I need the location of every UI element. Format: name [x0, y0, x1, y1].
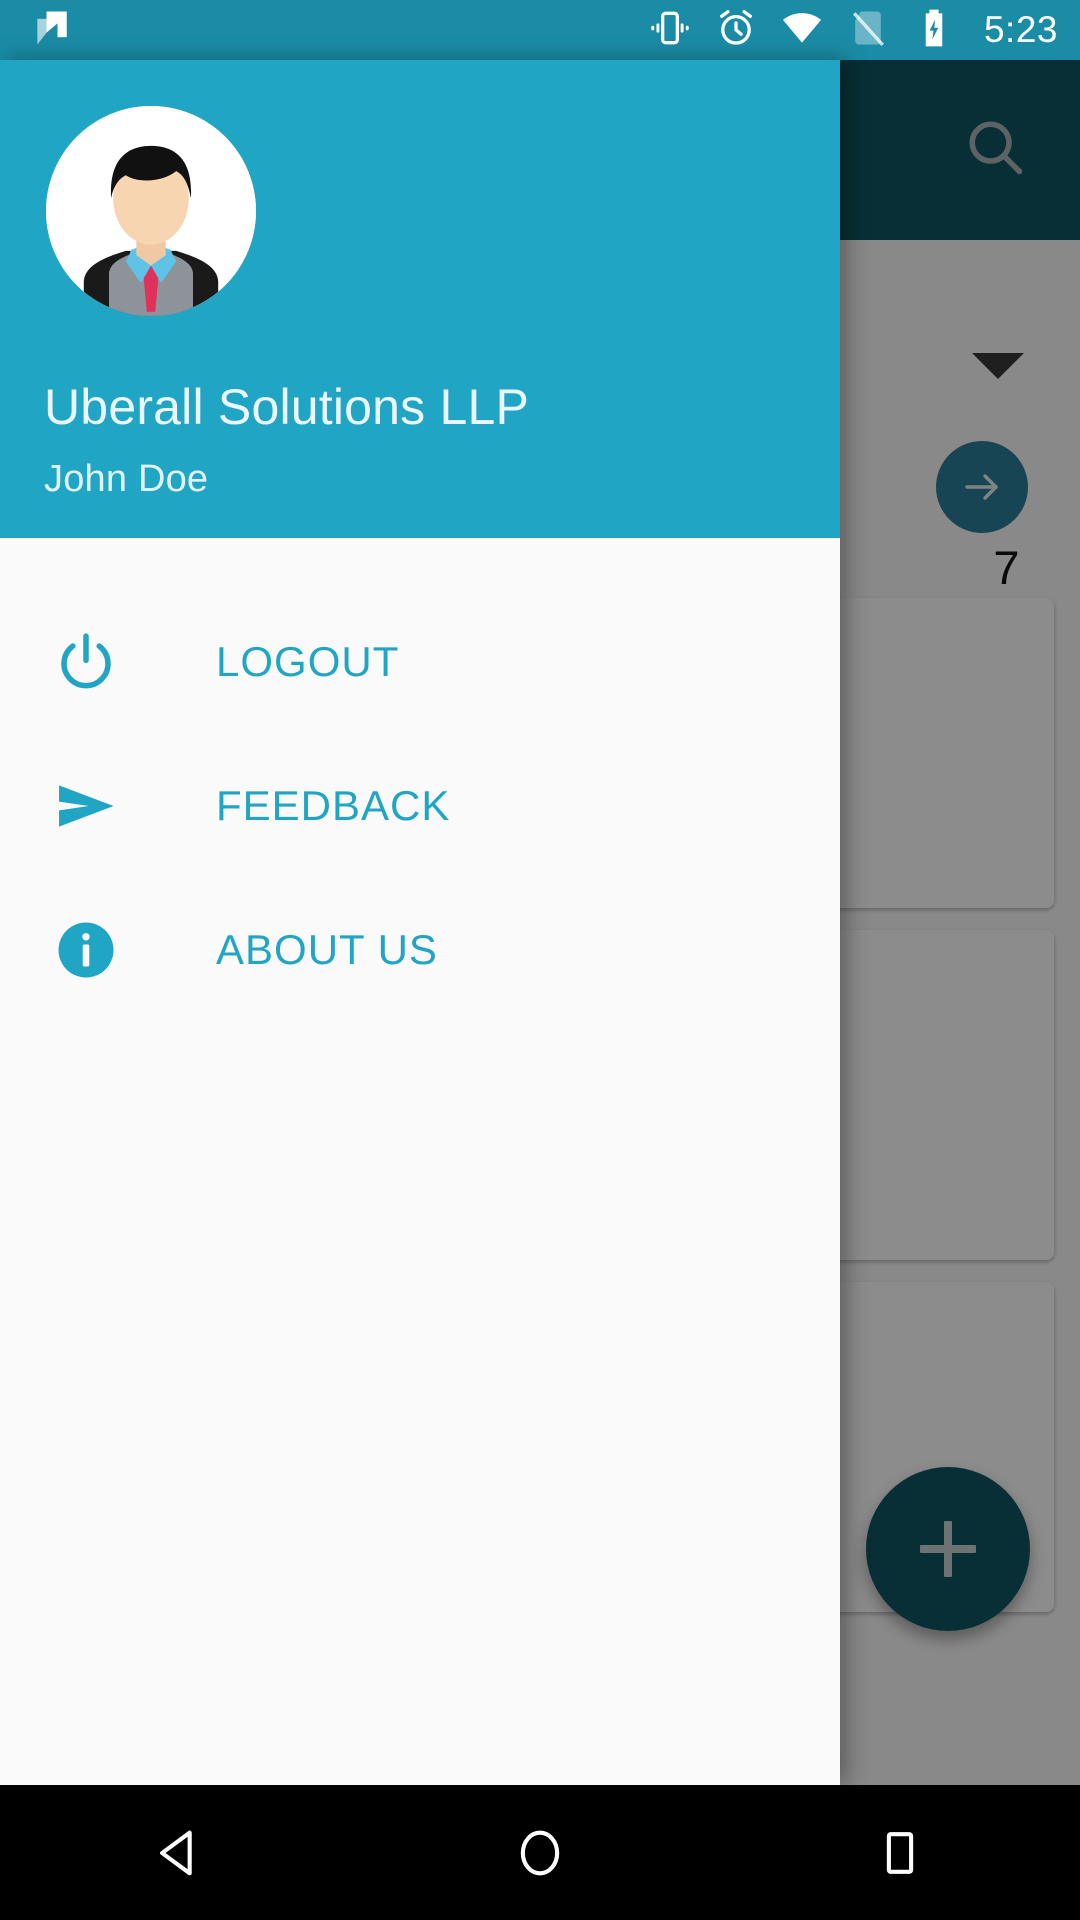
- drawer-item-logout[interactable]: LOGOUT: [0, 590, 840, 734]
- drawer-item-label: LOGOUT: [216, 638, 400, 685]
- drawer-menu-list: LOGOUT FEEDBACK ABOUT US: [0, 538, 840, 1022]
- status-bar-left: [30, 6, 74, 55]
- send-icon: [48, 768, 124, 844]
- status-bar-clock: 5:23: [983, 9, 1058, 50]
- sim-card-off-icon: [846, 6, 890, 55]
- drawer-item-about-us[interactable]: ABOUT US: [0, 878, 840, 1022]
- drawer-account-name: Uberall Solutions LLP: [44, 379, 530, 435]
- status-bar-right: 5:23: [648, 6, 1058, 55]
- battery-charging-icon: [912, 6, 956, 55]
- avatar-image: [46, 106, 256, 316]
- info-icon: [48, 912, 124, 988]
- drawer-header: Uberall Solutions LLP John Doe: [0, 60, 840, 538]
- vibrate-icon: [648, 6, 692, 55]
- phone-screen: 7 on & r reating?: [0, 0, 1080, 1920]
- recents-square-icon[interactable]: [871, 1824, 929, 1882]
- navigation-drawer: Uberall Solutions LLP John Doe LOGOUT FE…: [0, 60, 840, 1785]
- power-icon: [48, 624, 124, 700]
- drawer-item-label: FEEDBACK: [216, 782, 451, 829]
- drawer-user-name: John Doe: [44, 458, 209, 500]
- android-n-logo-icon: [30, 6, 74, 55]
- system-navigation-bar: [0, 1785, 1080, 1920]
- drawer-item-label: ABOUT US: [216, 926, 438, 973]
- drawer-item-feedback[interactable]: FEEDBACK: [0, 734, 840, 878]
- back-triangle-icon[interactable]: [151, 1824, 209, 1882]
- avatar[interactable]: [46, 106, 256, 316]
- status-bar: 5:23: [0, 0, 1080, 60]
- home-circle-icon[interactable]: [511, 1824, 569, 1882]
- alarm-clock-icon: [714, 6, 758, 55]
- wifi-icon: [780, 6, 824, 55]
